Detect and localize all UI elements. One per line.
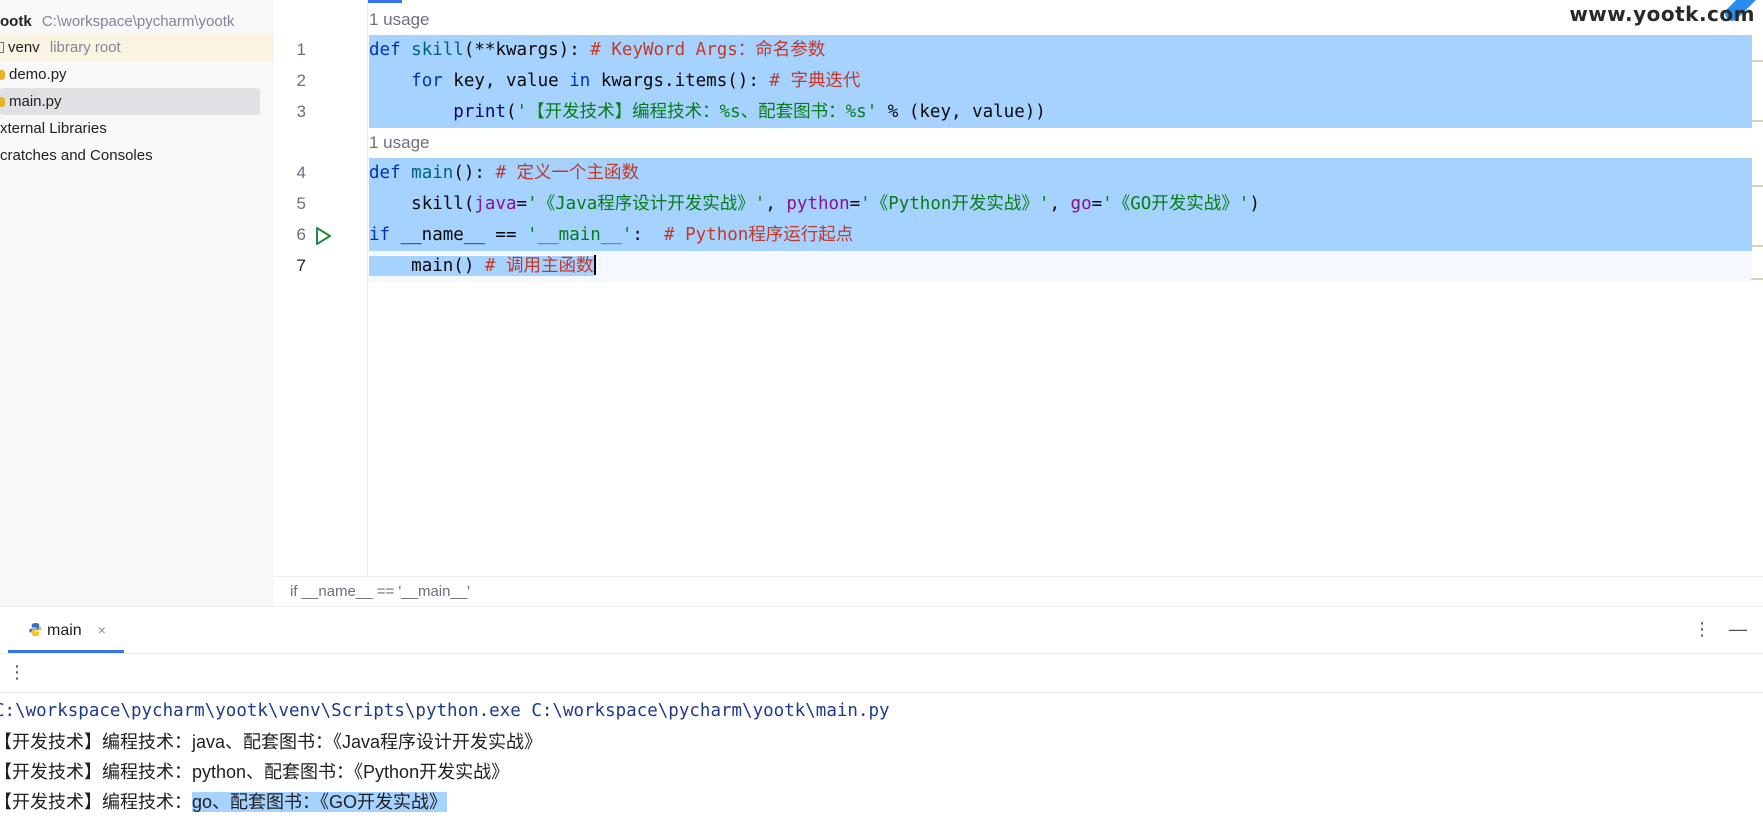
text-caret xyxy=(593,255,596,275)
code-string: '《GO开发实战》' xyxy=(1102,194,1250,214)
python-icon xyxy=(29,622,42,637)
code-token: def xyxy=(369,163,401,183)
code-line-6[interactable]: if __name__ == '__main__': # Python程序运行起… xyxy=(369,220,1752,251)
run-tab-main[interactable]: main × xyxy=(8,607,124,653)
project-tree-panel: ootk C:\workspace\pycharm\yootk venv lib… xyxy=(0,0,274,606)
code-token: (): xyxy=(453,163,496,183)
code-token: key, value xyxy=(442,71,570,91)
code-token: = xyxy=(516,194,528,214)
tree-item-external-libraries[interactable]: xternal Libraries xyxy=(0,115,107,142)
code-string: '__main__' xyxy=(527,225,633,245)
folder-icon xyxy=(0,42,4,53)
console-command-line[interactable]: C:\workspace\pycharm\yootk\venv\Scripts\… xyxy=(0,696,890,727)
code-token: ( xyxy=(505,102,517,122)
code-line-4[interactable]: def main(): # 定义一个主函数 xyxy=(369,158,1752,189)
console-output-line[interactable]: 【开发技术】编程技术：go、配套图书：《GO开发实战》 xyxy=(0,787,448,818)
project-root[interactable]: ootk C:\workspace\pycharm\yootk xyxy=(0,8,234,35)
brand-watermark: www.yootk.com xyxy=(1569,2,1755,26)
run-toolbar: ⋮ xyxy=(0,653,1763,693)
line-number: 1 xyxy=(296,40,306,59)
code-param: python xyxy=(786,194,850,214)
kebab-menu-icon[interactable]: ⋮ xyxy=(1693,619,1711,640)
console-output-line[interactable]: 【开发技术】编程技术：python、配套图书：《Python开发实战》 xyxy=(0,757,509,788)
python-file-icon xyxy=(0,70,5,80)
tree-item-label: xternal Libraries xyxy=(0,120,107,137)
code-token: ( xyxy=(463,194,475,214)
line-number: 3 xyxy=(296,102,306,121)
tree-item-label: venv xyxy=(8,39,40,56)
tree-item-label: main.py xyxy=(9,93,62,110)
code-token: ) xyxy=(1249,194,1260,214)
editor-breadcrumb[interactable]: if __name__ == '__main__' xyxy=(274,576,1763,606)
code-line-2[interactable]: for key, value in kwargs.items(): # 字典迭代 xyxy=(369,66,1752,97)
code-comment: # 定义一个主函数 xyxy=(495,163,640,183)
code-token: __name__ == xyxy=(390,225,528,245)
console-value: python、配套图书：《Python开发实战》 xyxy=(192,762,510,782)
tree-item-label: cratches and Consoles xyxy=(0,147,153,164)
run-icon[interactable] xyxy=(313,226,333,246)
console-prefix: 【开发技术】编程技术： xyxy=(0,792,192,812)
code-token: kwargs.items(): xyxy=(590,71,770,91)
code-token: : xyxy=(632,225,665,245)
code-token: = xyxy=(849,194,861,214)
code-string: '《Java程序设计开发实战》' xyxy=(527,194,766,214)
minimize-icon[interactable]: — xyxy=(1729,619,1747,640)
tree-item-scratches[interactable]: cratches and Consoles xyxy=(0,142,153,169)
code-token: main xyxy=(411,163,454,183)
code-line-7[interactable]: main() # 调用主函数 xyxy=(369,251,1752,282)
code-string: '《Python开发实战》' xyxy=(860,194,1050,214)
line-number: 7 xyxy=(296,256,306,275)
run-tab-label: main xyxy=(47,622,82,639)
code-token: if xyxy=(369,225,391,245)
usage-hint[interactable]: 1 usage xyxy=(369,128,430,158)
usage-hint[interactable]: 1 usage xyxy=(369,5,430,35)
scrollbar-markers[interactable] xyxy=(1749,30,1763,280)
more-actions-icon[interactable]: ⋮ xyxy=(8,662,26,683)
code-token: , xyxy=(1049,194,1071,214)
tree-item-label: demo.py xyxy=(9,66,67,83)
line-number: 2 xyxy=(296,71,306,90)
code-line-3[interactable]: print('【开发技术】编程技术：%s、配套图书：%s' % (key, va… xyxy=(369,97,1752,128)
editor-gutter: 1 2 3 4 5 6 7 xyxy=(274,0,368,576)
line-number: 6 xyxy=(296,225,306,244)
code-token: skill xyxy=(411,194,464,214)
code-token: = xyxy=(1091,194,1103,214)
code-param: go xyxy=(1070,194,1092,214)
python-file-icon xyxy=(0,97,5,107)
console-prefix: 【开发技术】编程技术： xyxy=(0,762,192,782)
tree-item-main-py[interactable]: main.py xyxy=(0,88,260,115)
code-selection: main() # 调用主函数 xyxy=(369,256,594,276)
console-value-selected: go、配套图书：《GO开发实战》 xyxy=(192,792,448,812)
code-comment: # Python程序运行起点 xyxy=(664,225,854,245)
code-token: main() xyxy=(411,256,485,276)
code-token: def xyxy=(369,40,401,60)
tree-item-note: library root xyxy=(49,39,121,56)
code-comment: # KeyWord Args：命名参数 xyxy=(590,40,826,60)
close-icon[interactable]: × xyxy=(98,622,106,638)
code-comment: # 字典迭代 xyxy=(769,71,861,91)
line-number: 5 xyxy=(296,194,306,213)
code-line-1[interactable]: def skill(**kwargs): # KeyWord Args：命名参数 xyxy=(369,35,1752,66)
code-token: in xyxy=(569,71,591,91)
project-root-path: C:\workspace\pycharm\yootk xyxy=(41,13,235,30)
code-string: '【开发技术】编程技术：%s、配套图书：%s' xyxy=(516,102,878,122)
line-number: 4 xyxy=(296,163,306,182)
project-root-name: ootk xyxy=(0,13,32,30)
code-token: for xyxy=(411,71,443,91)
code-token: , xyxy=(765,194,787,214)
code-token: (**kwargs): xyxy=(463,40,580,60)
code-param: java xyxy=(474,194,517,214)
tree-item-venv[interactable]: venv library root xyxy=(0,34,274,61)
code-token: skill xyxy=(411,40,464,60)
console-output-line[interactable]: 【开发技术】编程技术：java、配套图书：《Java程序设计开发实战》 xyxy=(0,727,542,758)
tree-item-demo-py[interactable]: demo.py xyxy=(0,61,67,88)
run-tool-window: main × ⋮ — ⋮ C:\workspace\pycharm\yootk\v… xyxy=(0,606,1763,825)
code-comment: # 调用主函数 xyxy=(484,256,594,276)
code-token: print xyxy=(453,102,506,122)
console-prefix: 【开发技术】编程技术： xyxy=(0,732,192,752)
code-editor[interactable]: 1 2 3 4 5 6 7 1 usage def skill(**kwargs… xyxy=(274,0,1763,606)
console-value: java、配套图书：《Java程序设计开发实战》 xyxy=(192,732,543,752)
code-line-5[interactable]: skill(java='《Java程序设计开发实战》', python='《Py… xyxy=(369,189,1752,220)
code-token: % (key, value)) xyxy=(877,102,1046,122)
